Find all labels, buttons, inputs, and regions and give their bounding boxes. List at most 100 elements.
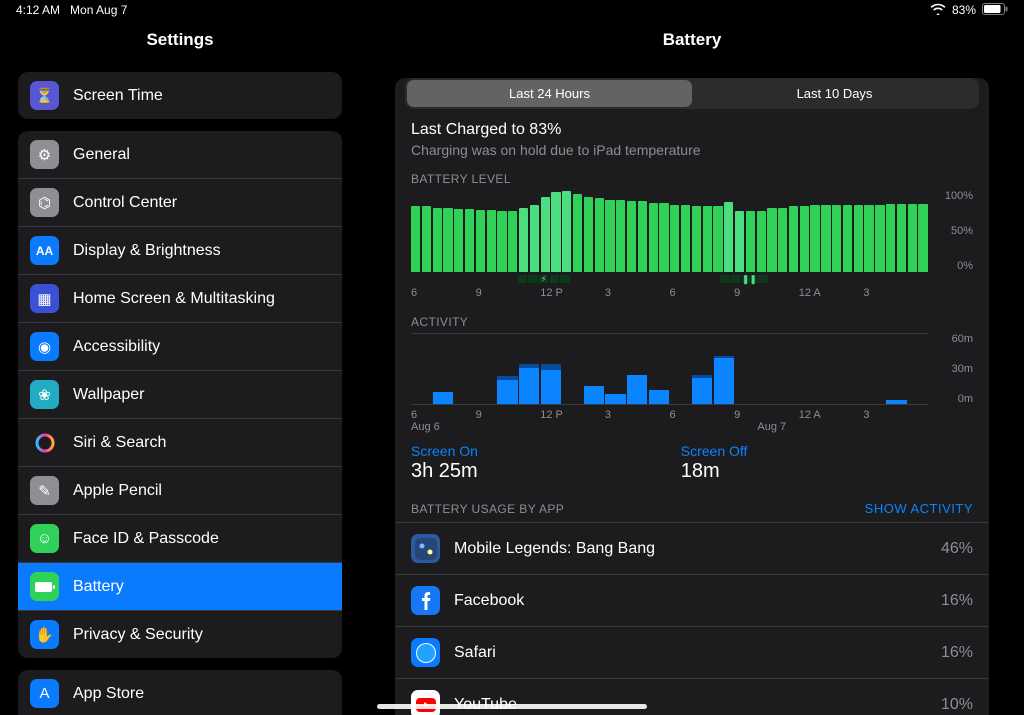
status-battery-pct: 83% <box>952 3 976 17</box>
x-tick: 9 <box>476 287 541 299</box>
charging-cell <box>897 275 906 283</box>
activity-bar <box>497 376 517 404</box>
battery-icon <box>982 3 1008 18</box>
battery-level-bar <box>487 210 496 272</box>
activity-y-axis: 60m30m0m <box>928 333 973 405</box>
app-row-facebook[interactable]: Facebook16% <box>395 574 989 626</box>
sidebar-item-label: Battery <box>73 578 330 596</box>
battery-level-bar <box>649 203 658 272</box>
battery-level-bar <box>692 206 701 272</box>
charging-cell <box>560 275 569 283</box>
sidebar-item-label: App Store <box>73 685 330 703</box>
charging-cell <box>454 275 463 283</box>
charging-cell <box>865 275 874 283</box>
date-label-2: Aug 7 <box>757 421 786 433</box>
pencil-icon: ✎ <box>30 476 59 505</box>
battery-level-bar <box>476 210 485 272</box>
sidebar-item-apple-pencil[interactable]: ✎ Apple Pencil <box>18 466 342 514</box>
y-tick: 0% <box>934 260 973 272</box>
charging-cell <box>720 275 729 283</box>
app-name-label: Facebook <box>454 592 941 610</box>
battery-level-bar <box>562 191 571 272</box>
sidebar-item-face-id[interactable]: ☺Face ID & Passcode <box>18 514 342 562</box>
battery-level-bar <box>659 203 668 272</box>
charging-cell <box>790 275 799 283</box>
app-row-mlbb[interactable]: Mobile Legends: Bang Bang46% <box>395 522 989 574</box>
segment-last-10-days[interactable]: Last 10 Days <box>692 80 977 107</box>
usage-summary-row: Screen On 3h 25m Screen Off 18m <box>395 433 989 497</box>
battery-level-bar <box>422 206 431 272</box>
x-tick: 9 <box>476 409 541 421</box>
charging-cell <box>769 275 778 283</box>
last-charged-subtitle: Charging was on hold due to iPad tempera… <box>411 142 973 158</box>
home-indicator[interactable] <box>377 704 647 709</box>
battery-icon <box>30 572 59 601</box>
x-tick: 12 A <box>799 409 864 421</box>
battery-level-bar <box>508 211 517 273</box>
sidebar-item-control-center[interactable]: ⌬ Control Center <box>18 178 342 226</box>
activity-bar <box>519 364 539 404</box>
sidebar-item-screen-time[interactable]: ⏳Screen Time <box>18 72 342 119</box>
sidebar-item-wallpaper[interactable]: ❀Wallpaper <box>18 370 342 418</box>
battery-level-bar <box>443 208 452 272</box>
sidebar-item-general[interactable]: ⚙︎General <box>18 131 342 178</box>
sidebar-item-label: Apple Pencil <box>73 482 330 500</box>
app-row-safari[interactable]: Safari16% <box>395 626 989 678</box>
sidebar-item-label: Wallpaper <box>73 386 330 404</box>
battery-level-bar <box>433 208 442 272</box>
charging-cell <box>656 275 665 283</box>
battery-level-bar <box>551 192 560 272</box>
segment-last-24-hours[interactable]: Last 24 Hours <box>407 80 692 107</box>
charging-cell <box>507 275 516 283</box>
activity-bar <box>605 394 625 404</box>
charging-cell <box>699 275 708 283</box>
show-activity-button[interactable]: SHOW ACTIVITY <box>865 501 973 516</box>
x-tick: 9 <box>734 409 799 421</box>
charging-cell <box>603 275 612 283</box>
battery-level-bar <box>411 206 420 272</box>
screen-off-label: Screen Off <box>681 443 951 459</box>
activity-label: ACTIVITY <box>411 315 973 329</box>
x-tick: 12 A <box>799 287 864 299</box>
x-tick: 12 P <box>540 287 605 299</box>
main-content: Last 24 HoursLast 10 Days Last Charged t… <box>360 60 1024 715</box>
charging-cell <box>614 275 623 283</box>
charging-cell <box>443 275 452 283</box>
battery-level-bar <box>789 206 798 272</box>
activity-date-axis: Aug 6 Aug 7 <box>411 421 928 433</box>
sidebar-item-app-store[interactable]: AApp Store <box>18 670 342 715</box>
sidebar-item-home-screen[interactable]: ▦Home Screen & Multitasking <box>18 274 342 322</box>
main-title: Battery <box>360 30 1024 50</box>
battery-level-bar <box>908 204 917 272</box>
battery-level-bar <box>854 205 863 272</box>
charging-cell: ❚❚ <box>742 275 757 283</box>
charging-cell <box>822 275 831 283</box>
app-pct-label: 16% <box>941 644 973 662</box>
hourglass-icon: ⏳ <box>30 81 59 110</box>
battery-level-bar <box>918 204 927 272</box>
sidebar-item-display-brightness[interactable]: AADisplay & Brightness <box>18 226 342 274</box>
charging-cell <box>486 275 495 283</box>
time-range-segmented: Last 24 HoursLast 10 Days <box>405 78 979 109</box>
x-tick: 3 <box>605 409 670 421</box>
sidebar-item-battery[interactable]: Battery <box>18 562 342 610</box>
app-row-youtube[interactable]: YouTube10% <box>395 678 989 715</box>
battery-level-label: BATTERY LEVEL <box>411 172 973 186</box>
sidebar-item-privacy[interactable]: ✋Privacy & Security <box>18 610 342 658</box>
sidebar-item-accessibility[interactable]: ◉Accessibility <box>18 322 342 370</box>
status-time: 4:12 AM <box>16 3 60 17</box>
battery-level-bar <box>584 197 593 272</box>
gear-icon: ⚙︎ <box>30 140 59 169</box>
battery-level-bar <box>746 211 755 273</box>
charging-cell <box>876 275 885 283</box>
battery-level-bar <box>735 211 744 273</box>
charging-cell <box>571 275 580 283</box>
switches-icon: ⌬ <box>30 188 59 217</box>
sidebar: ⏳Screen Time ⚙︎General ⌬ Control Center AADi… <box>0 60 360 715</box>
sidebar-item-label: Home Screen & Multitasking <box>73 290 330 308</box>
sidebar-item-siri-search[interactable]: Siri & Search <box>18 418 342 466</box>
x-tick: 6 <box>411 409 476 421</box>
battery-level-bar <box>897 204 906 272</box>
sidebar-item-label: Control Center <box>73 194 330 212</box>
status-bar: 4:12 AM Mon Aug 7 83% <box>0 0 1024 20</box>
